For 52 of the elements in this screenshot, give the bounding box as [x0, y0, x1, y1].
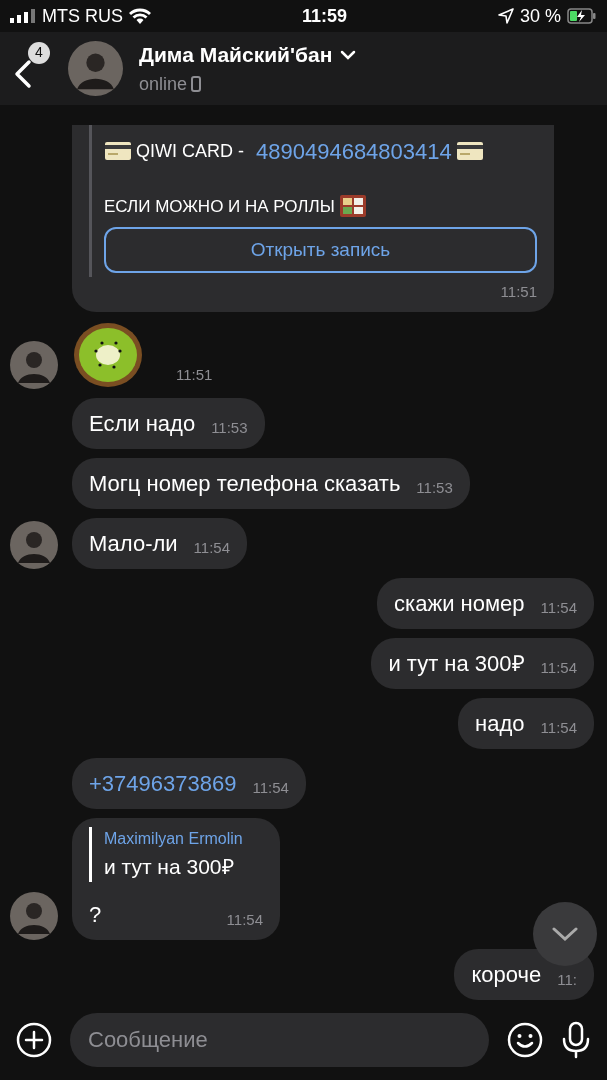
message-time: 11:54: [540, 598, 577, 618]
quote-author: Maximilyan Ermolin: [104, 828, 244, 849]
message-time: 11:51: [500, 282, 537, 302]
message-time: 11:54: [193, 538, 231, 558]
battery-charging-icon: [567, 8, 597, 24]
sender-avatar: [10, 520, 58, 569]
contact-name[interactable]: Дима Майский'бан: [139, 39, 333, 71]
add-icon[interactable]: [16, 1022, 52, 1058]
message-text: Могц номер телефона сказать: [89, 469, 401, 498]
message-text: Мало-ли: [89, 529, 178, 558]
phone-icon: [191, 76, 202, 93]
message-time: 11:53: [416, 478, 453, 498]
location-arrow-icon: [497, 8, 514, 24]
clock: 11:59: [301, 4, 347, 28]
bento-box-icon: [338, 194, 367, 219]
signal-icon: [10, 9, 36, 23]
credit-card-icon: [455, 141, 484, 161]
microphone-icon[interactable]: [561, 1021, 591, 1059]
message-time: 11:54: [540, 718, 577, 738]
message-time: 11:54: [540, 658, 577, 678]
chevron-down-icon[interactable]: [340, 50, 357, 60]
message-text: Если надо: [89, 409, 196, 438]
post-text: ЕСЛИ МОЖНО И НА РОЛЛЫ: [104, 195, 335, 218]
message-text: короче: [471, 961, 542, 989]
message-text: и тут на 300₽: [388, 649, 525, 678]
contact-avatar: [68, 41, 123, 96]
message-time: 11:54: [226, 909, 263, 930]
unread-badge: 4: [28, 41, 50, 64]
battery-percent: 30 %: [519, 4, 561, 28]
carrier-name: MTS RUS: [42, 4, 123, 28]
message-text: скажи номер: [394, 589, 525, 618]
open-post-button[interactable]: Открыть запись: [104, 227, 537, 273]
sender-avatar: [10, 340, 58, 389]
quote-text: и тут на 300₽: [104, 853, 235, 880]
card-number-link[interactable]: 4890494684803414: [256, 134, 452, 168]
kiwi-sticker: [72, 320, 144, 389]
chevron-down-icon: [552, 927, 578, 941]
wifi-icon: [129, 8, 151, 24]
sender-avatar: [10, 892, 58, 940]
message-input[interactable]: Сообщение: [70, 1013, 489, 1067]
contact-status: online: [139, 72, 188, 96]
card-label: QIWI CARD -: [136, 139, 244, 163]
emoji-icon[interactable]: [507, 1022, 543, 1058]
message-text: надо: [475, 709, 525, 738]
message-time: 11:: [557, 969, 577, 990]
phone-link[interactable]: +37496373869: [89, 766, 237, 800]
message-time: 11:54: [252, 778, 289, 798]
message-time: 11:51: [176, 365, 213, 383]
credit-card-icon: [104, 141, 132, 161]
message-text: ?: [89, 901, 102, 929]
back-icon[interactable]: [14, 58, 32, 89]
message-time: 11:53: [211, 418, 248, 438]
